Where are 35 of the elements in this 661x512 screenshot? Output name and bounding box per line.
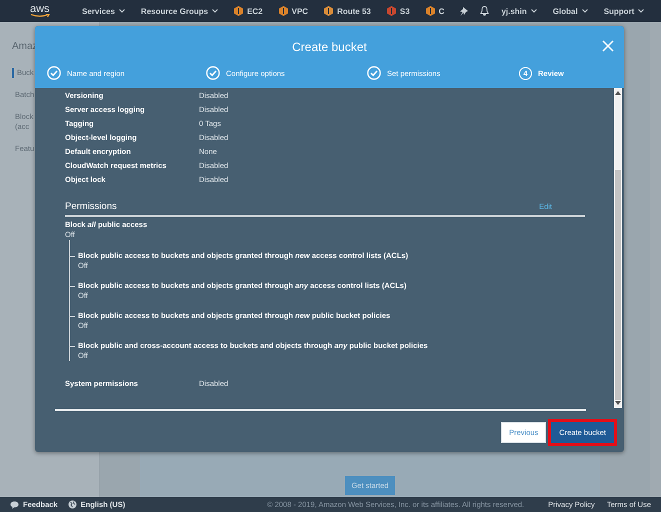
page-scrollbar[interactable]: [650, 22, 661, 497]
dialog-title: Create bucket: [292, 40, 367, 54]
pin-icon[interactable]: [460, 6, 468, 16]
check-circle-icon: [206, 66, 220, 80]
section-title: Permissions: [65, 202, 117, 212]
scroll-thumb[interactable]: [615, 170, 621, 400]
nav-menu[interactable]: Resource Groups: [140, 6, 218, 16]
service-shortcut[interactable]: C: [426, 6, 444, 16]
globe-icon: [68, 500, 77, 509]
caret-icon: [582, 9, 588, 13]
bell-icon[interactable]: [480, 6, 490, 16]
service-shortcut[interactable]: EC2: [234, 6, 263, 16]
service-shortcut[interactable]: Route 53: [324, 6, 371, 16]
service-icon: [426, 6, 435, 16]
service-icon: [324, 6, 334, 16]
caret-icon: [638, 9, 644, 13]
service-shortcut[interactable]: VPC: [278, 6, 308, 16]
aws-logo[interactable]: aws: [30, 4, 50, 18]
service-shortcut[interactable]: S3: [386, 6, 410, 16]
nav-menu[interactable]: Services: [82, 6, 125, 16]
service-icon: [386, 6, 396, 16]
check-circle-icon: [47, 66, 61, 80]
scrollbar[interactable]: [614, 88, 622, 408]
caret-icon: [212, 9, 218, 13]
speech-bubble-icon: [10, 500, 19, 508]
caret-icon: [530, 9, 537, 13]
nav-menu[interactable]: Support: [604, 6, 644, 16]
close-icon: [602, 40, 614, 52]
nav-menu[interactable]: yj.shin: [501, 6, 537, 16]
scroll-up-icon[interactable]: [615, 91, 621, 95]
check-circle-icon: [367, 66, 381, 80]
nav-menu[interactable]: Global: [552, 6, 588, 16]
service-icon: [278, 6, 288, 16]
service-icon: [234, 6, 244, 16]
caret-icon: [118, 9, 125, 13]
